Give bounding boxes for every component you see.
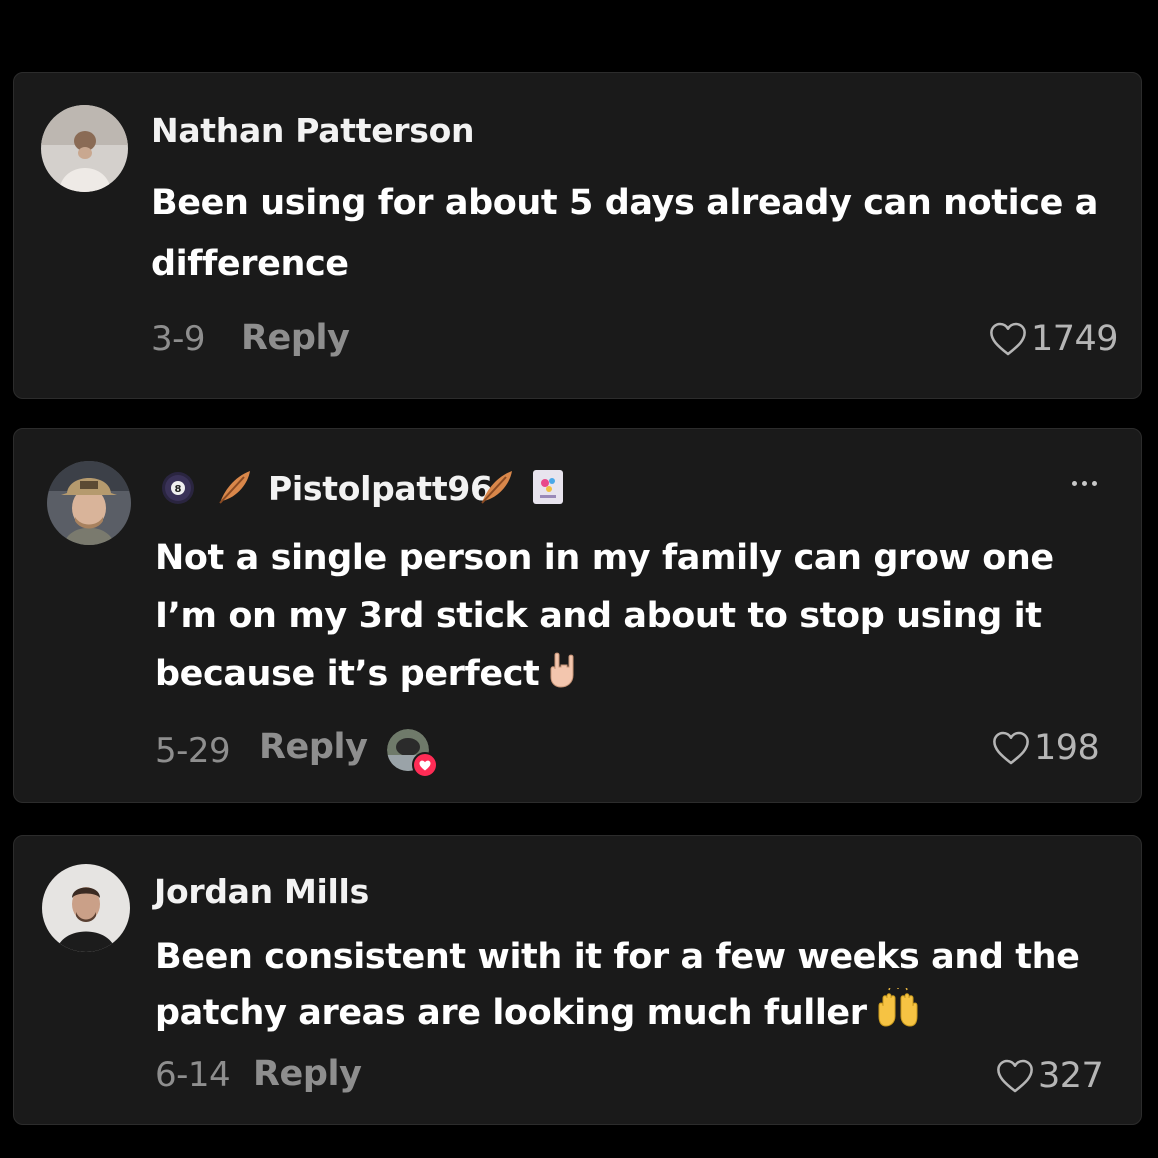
heart-icon — [990, 322, 1026, 356]
comment-card: Jordan Mills Been consistent with it for… — [13, 835, 1142, 1125]
like-count: 198 — [1034, 728, 1100, 768]
avatar[interactable] — [47, 461, 131, 545]
more-options-icon[interactable] — [1072, 481, 1097, 486]
comment-text: Been using for about 5 days already can … — [151, 183, 1098, 284]
like-count: 327 — [1038, 1056, 1104, 1096]
like-count: 1749 — [1031, 319, 1119, 359]
heart-icon — [993, 731, 1029, 765]
heart-icon — [997, 1059, 1033, 1093]
raising-hands-icon — [875, 986, 921, 1045]
comment-date: 3-9 — [151, 319, 206, 359]
user-photo — [47, 461, 131, 545]
comment-date: 6-14 — [155, 1055, 231, 1095]
comment-date: 5-29 — [155, 731, 231, 771]
reply-button[interactable]: Reply — [259, 727, 368, 767]
8-ball-badge-icon: 8 — [161, 471, 195, 509]
like-button[interactable]: 198 — [992, 728, 1100, 768]
feather-icon — [214, 467, 254, 511]
svg-text:8: 8 — [175, 484, 182, 495]
comment-text-body: Not a single person in my family can gro… — [155, 538, 1054, 694]
like-button[interactable]: 327 — [996, 1056, 1104, 1096]
rock-on-hand-icon — [547, 649, 581, 707]
user-photo — [42, 864, 130, 952]
username[interactable]: Pistolpatt96 — [268, 469, 493, 508]
comment-card: 8 Pistolpatt96 Not a single person in my… — [13, 428, 1142, 803]
comment-text-body: Been consistent with it for a few weeks … — [155, 937, 1080, 1033]
reply-button[interactable]: Reply — [253, 1054, 362, 1094]
comment-text: Not a single person in my family can gro… — [155, 529, 1095, 707]
liked-by-creator-heart-icon — [412, 752, 438, 782]
comment-card: Nathan Patterson Been using for about 5 … — [13, 72, 1142, 399]
avatar[interactable] — [42, 864, 130, 952]
feather-icon — [476, 467, 516, 511]
like-button[interactable]: 1749 — [989, 319, 1119, 359]
reply-button[interactable]: Reply — [241, 318, 350, 358]
username[interactable]: Nathan Patterson — [151, 111, 474, 150]
avatar[interactable] — [41, 105, 128, 192]
username[interactable]: Jordan Mills — [154, 872, 369, 911]
sticker-badge-icon — [532, 469, 564, 509]
comment-text: Been consistent with it for a few weeks … — [155, 929, 1085, 1045]
user-photo — [41, 105, 128, 192]
